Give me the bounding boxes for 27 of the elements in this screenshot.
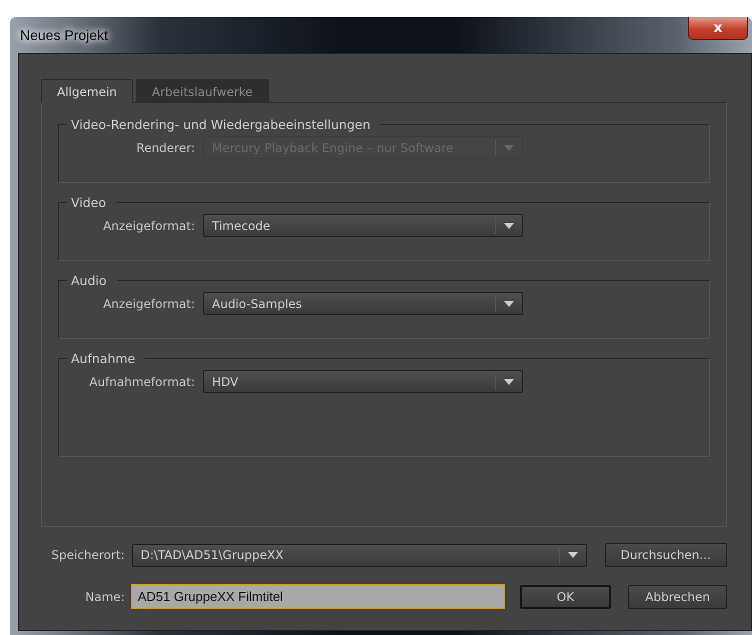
dialog-button[interactable]: Abbrechen: [628, 584, 727, 608]
field-label: Aufnahmeformat:: [88, 374, 195, 388]
group-title: Video: [70, 195, 108, 210]
window-title: Neues Projekt: [19, 27, 108, 43]
caret-icon: [504, 144, 514, 150]
name-field[interactable]: AD51 GruppeXX Filmtitel: [130, 584, 505, 609]
dropdown[interactable]: Timecode: [203, 214, 523, 237]
dialog-button[interactable]: OK: [520, 584, 612, 608]
dropdown[interactable]: HDV: [203, 370, 523, 393]
caret-icon: [504, 222, 514, 228]
group-title: Aufnahme: [70, 351, 136, 366]
caret-icon: [504, 378, 514, 384]
field-label: Anzeigeformat:: [102, 218, 195, 232]
field-label: Renderer:: [135, 140, 195, 154]
group-title: Video-Rendering- und Wiedergabeeinstellungen: [70, 117, 372, 132]
field-label: Anzeigeformat:: [102, 296, 195, 310]
field-label: Name:: [84, 590, 125, 604]
field-label: Speicherort:: [50, 548, 125, 562]
dropdown[interactable]: D:\TAD\AD51\GruppeXX: [132, 544, 587, 566]
dropdown[interactable]: Audio-Samples: [203, 292, 523, 315]
caret-icon: [568, 552, 578, 558]
browse-button[interactable]: Durchsuchen...: [604, 543, 727, 567]
tab[interactable]: Allgemein: [41, 79, 133, 103]
tab[interactable]: Arbeitslaufwerke: [136, 79, 269, 103]
group-title: Audio: [70, 273, 108, 288]
close-button[interactable]: x: [688, 17, 748, 40]
caret-icon: [504, 300, 514, 306]
